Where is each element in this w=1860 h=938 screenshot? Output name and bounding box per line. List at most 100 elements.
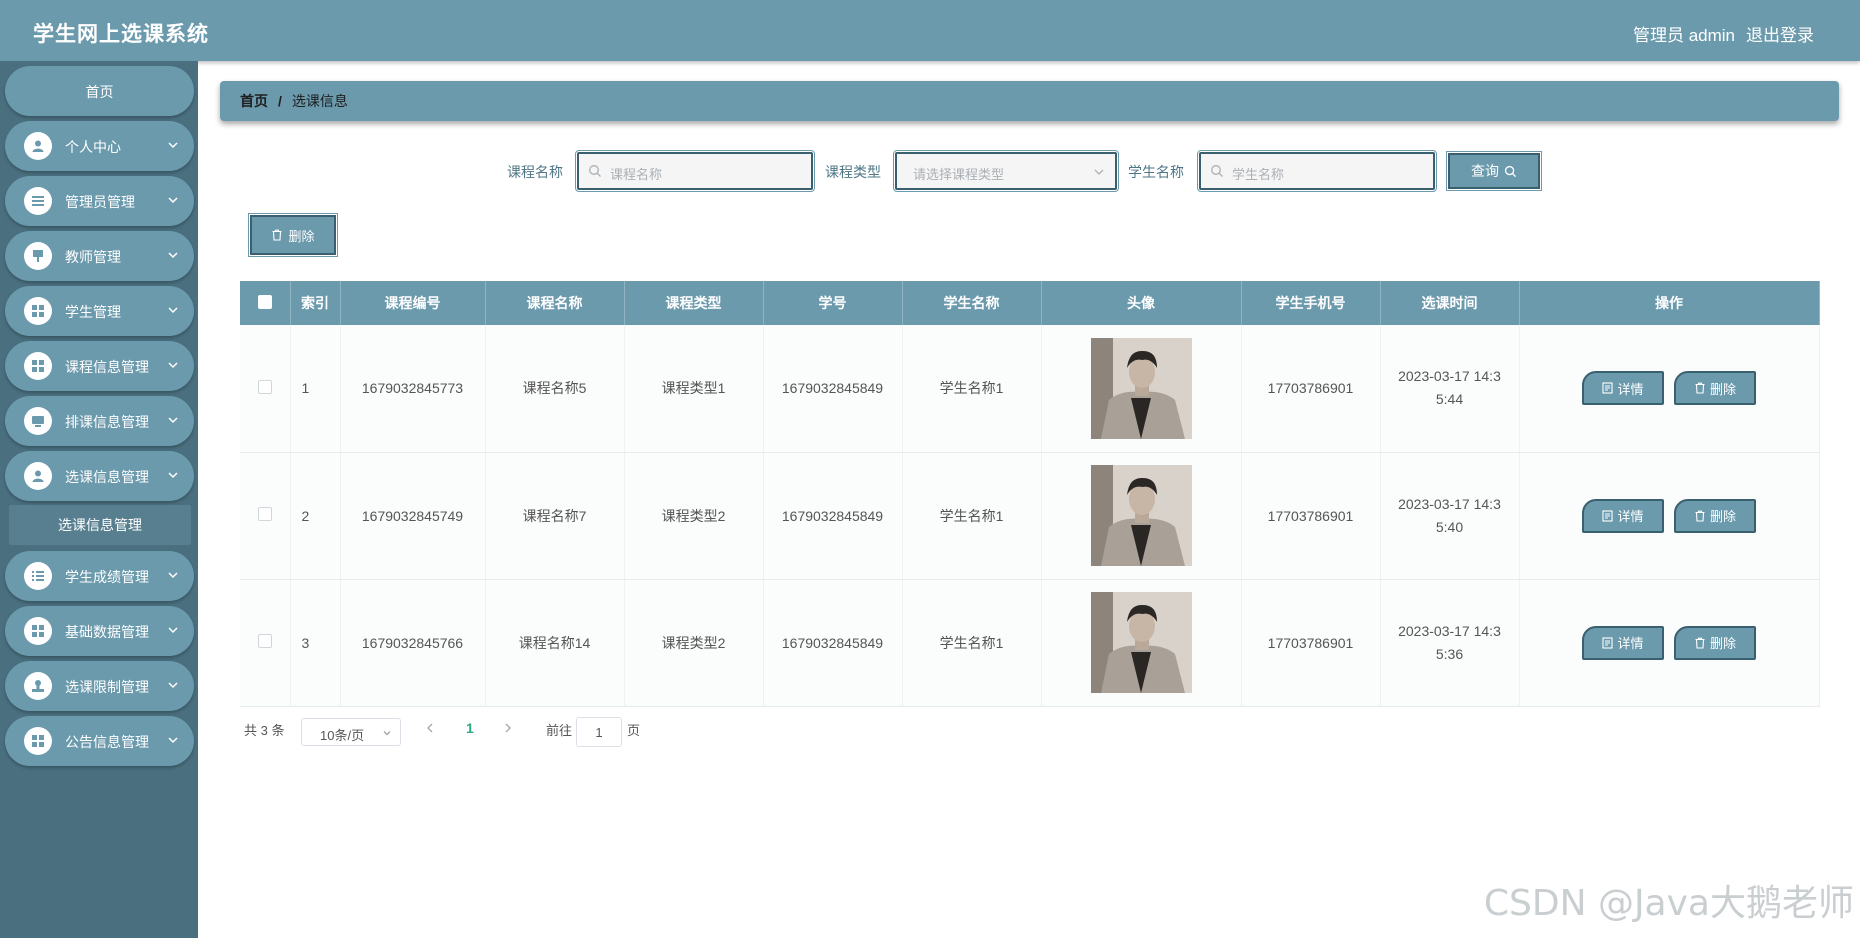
column-header: 学号 xyxy=(763,281,903,325)
stamp-icon xyxy=(24,672,52,700)
avatar-cell xyxy=(1041,579,1242,707)
student-no-cell: 1679032845849 xyxy=(763,325,903,453)
search-icon xyxy=(589,165,601,177)
index-cell: 1 xyxy=(290,325,341,453)
search-icon xyxy=(1504,165,1517,177)
sidebar: 首页 个人中心 管理员管理 教师管理 学生管理 课程信息管理 排课信息管理 选课… xyxy=(0,61,198,938)
goto-suffix: 页 xyxy=(627,723,641,738)
course-name-input[interactable]: 课程名称 xyxy=(575,150,815,192)
trash-icon xyxy=(1695,382,1705,394)
breadcrumb-separator: / xyxy=(278,93,282,109)
operation-cell: 详情 删除 xyxy=(1519,579,1820,707)
course-type-select[interactable]: 请选择课程类型 xyxy=(893,150,1119,192)
grid-icon xyxy=(24,352,52,380)
chevron-down-icon xyxy=(168,627,178,634)
sidebar-item-personal-center[interactable]: 个人中心 xyxy=(5,121,194,171)
row-select-cell xyxy=(240,579,291,707)
batch-delete-button[interactable]: 删除 xyxy=(248,213,338,257)
document-icon xyxy=(1602,636,1614,649)
selection-table: 索引 课程编号 课程名称 课程类型 学号 学生名称 头像 学生手机号 选课时间 … xyxy=(240,281,1820,707)
delete-button-label: 删除 xyxy=(1709,381,1736,397)
delete-button[interactable]: 删除 xyxy=(1674,498,1756,533)
sidebar-item-label: 首页 xyxy=(85,84,114,100)
phone-cell: 17703786901 xyxy=(1241,325,1381,453)
time-line: 5:44 xyxy=(1435,391,1464,408)
sidebar-item-admin-management[interactable]: 管理员管理 xyxy=(5,176,194,226)
time-line: 5:36 xyxy=(1435,645,1464,662)
sidebar-item-notice-management[interactable]: 公告信息管理 xyxy=(5,716,194,766)
chevron-down-icon xyxy=(168,362,178,369)
table-row: 2 1679032845749 课程名称7 课程类型2 167903284584… xyxy=(240,452,1820,580)
column-header: 学生手机号 xyxy=(1241,281,1381,325)
avatar xyxy=(1090,592,1192,693)
student-name-input[interactable]: 学生名称 xyxy=(1197,150,1437,192)
sidebar-item-score-management[interactable]: 学生成绩管理 xyxy=(5,551,194,601)
time-line: 5:40 xyxy=(1435,518,1464,535)
course-type-placeholder: 请选择课程类型 xyxy=(913,167,1005,182)
chevron-down-icon xyxy=(1094,169,1104,175)
next-page-icon[interactable] xyxy=(502,721,514,735)
sidebar-item-student-management[interactable]: 学生管理 xyxy=(5,286,194,336)
grid-icon xyxy=(24,617,52,645)
chevron-down-icon xyxy=(168,682,178,689)
chevron-down-icon xyxy=(168,307,178,314)
sidebar-item-selection-management[interactable]: 选课信息管理 xyxy=(5,451,194,501)
chevron-down-icon xyxy=(168,472,178,479)
search-icon xyxy=(1211,165,1223,177)
sidebar-item-base-data-management[interactable]: 基础数据管理 xyxy=(5,606,194,656)
delete-button-label: 删除 xyxy=(1709,509,1736,524)
query-button[interactable]: 查询 xyxy=(1446,151,1542,191)
column-header: 学生名称 xyxy=(902,281,1042,325)
chevron-down-icon xyxy=(168,252,178,259)
course-name-placeholder: 课程名称 xyxy=(610,167,663,182)
chevron-down-icon xyxy=(168,197,178,204)
course-type-cell: 课程类型2 xyxy=(624,452,764,580)
sidebar-item-schedule-management[interactable]: 排课信息管理 xyxy=(5,396,194,446)
course-name-cell: 课程名称14 xyxy=(485,579,625,707)
query-button-label: 查询 xyxy=(1471,163,1499,179)
course-no-cell: 1679032845766 xyxy=(340,579,486,707)
detail-button[interactable]: 详情 xyxy=(1582,371,1664,406)
select-all-checkbox[interactable] xyxy=(257,294,272,309)
chevron-down-icon xyxy=(168,417,178,424)
page-size-value: 10条/页 xyxy=(320,728,365,743)
list-icon xyxy=(24,562,52,590)
logout-link[interactable]: 退出登录 xyxy=(1746,21,1814,46)
course-no-cell: 1679032845773 xyxy=(340,325,486,453)
sidebar-item-teacher-management[interactable]: 教师管理 xyxy=(5,231,194,281)
course-name-label: 课程名称 xyxy=(507,164,563,180)
sidebar-subitem-selection-info[interactable]: 选课信息管理 xyxy=(9,505,191,545)
column-header: 课程编号 xyxy=(340,281,486,325)
page-number-current[interactable]: 1 xyxy=(466,720,474,736)
column-header: 课程类型 xyxy=(624,281,764,325)
chevron-down-icon xyxy=(168,572,178,579)
detail-button[interactable]: 详情 xyxy=(1582,625,1664,660)
teacher-icon xyxy=(24,242,52,270)
student-no-cell: 1679032845849 xyxy=(763,452,903,580)
user-icon xyxy=(24,132,52,160)
column-header: 选课时间 xyxy=(1380,281,1520,325)
row-checkbox[interactable] xyxy=(257,507,272,521)
sidebar-item-home[interactable]: 首页 xyxy=(5,66,194,116)
row-checkbox[interactable] xyxy=(257,379,272,394)
sidebar-item-course-info-management[interactable]: 课程信息管理 xyxy=(5,341,194,391)
prev-page-icon[interactable] xyxy=(424,721,436,735)
sidebar-item-selection-limit-management[interactable]: 选课限制管理 xyxy=(5,661,194,711)
delete-button[interactable]: 删除 xyxy=(1674,625,1756,660)
avatar-cell xyxy=(1041,325,1242,453)
breadcrumb-current: 选课信息 xyxy=(291,93,348,109)
goto-page-input[interactable] xyxy=(576,717,622,747)
breadcrumb: 首页 / 选课信息 xyxy=(220,81,1839,121)
sidebar-item-label: 基础数据管理 xyxy=(65,624,149,640)
detail-button[interactable]: 详情 xyxy=(1582,498,1664,533)
app-title: 学生网上选课系统 xyxy=(33,23,209,46)
delete-button[interactable]: 删除 xyxy=(1674,371,1756,406)
row-checkbox[interactable] xyxy=(257,634,272,648)
pagination-total: 共 3 条 xyxy=(244,723,285,738)
select-all-header[interactable] xyxy=(240,281,291,325)
grid-icon xyxy=(24,297,52,325)
student-name-cell: 学生名称1 xyxy=(902,325,1042,453)
breadcrumb-home[interactable]: 首页 xyxy=(240,91,268,111)
page-size-select[interactable]: 10条/页 xyxy=(301,718,401,746)
column-header: 索引 xyxy=(290,281,341,325)
